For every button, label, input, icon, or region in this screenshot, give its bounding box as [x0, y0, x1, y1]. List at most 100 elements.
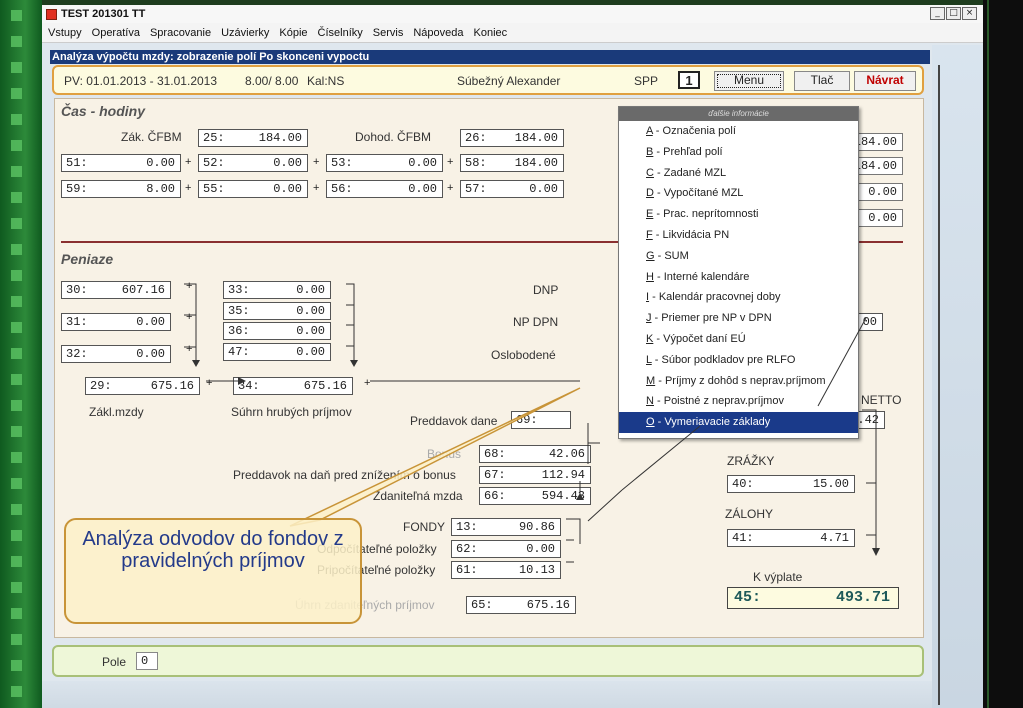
field-61: 61: 10.13 [451, 561, 561, 579]
spp-label: SPP [634, 74, 659, 88]
preddavok-bonus-label: Preddavok na daň pred znížením o bonus [233, 468, 456, 482]
pole-label: Pole [102, 655, 127, 669]
popup-item-b[interactable]: B - Prehľad polí [619, 142, 858, 163]
menu-button[interactable]: Menu [714, 71, 784, 91]
popup-header: ďalšie informácie [619, 107, 858, 121]
zrazky-label: ZRÁŽKY [727, 454, 775, 468]
field-62: 62: 0.00 [451, 540, 561, 558]
popup-item-l[interactable]: L - Súbor podkladov pre RLFO [619, 350, 858, 371]
title-bar: TEST 201301 TT _ □ × [42, 5, 983, 23]
field-66: 66: 594.43 [479, 487, 591, 505]
oslobodene-label: Oslobodené [491, 348, 556, 362]
popup-item-k[interactable]: K - Výpočet daní EÚ [619, 329, 858, 350]
field-35: 35: 0.00 [223, 302, 331, 320]
field-69: 69: [511, 411, 571, 429]
field-68: 68: 42.06 [479, 445, 591, 463]
field-36: 36: 0.00 [223, 322, 331, 340]
field-31: 31: 0.00 [61, 313, 171, 331]
menu-ciselniky[interactable]: Číselníky [314, 27, 369, 39]
np-dpn-label: NP DPN [513, 315, 559, 329]
popup-item-g[interactable]: G - SUM [619, 246, 858, 267]
bottom-decoration [42, 681, 932, 708]
menu-operativa[interactable]: Operatíva [88, 27, 146, 39]
field-34: 34: 675.16 [233, 377, 353, 395]
popup-item-c[interactable]: C - Zadané MZL [619, 163, 858, 184]
back-button[interactable]: Návrat [854, 71, 916, 91]
popup-item-n[interactable]: N - Poistné z neprav.príjmov [619, 391, 858, 412]
annotation-callout: Analýza odvodov do fondov z pravidelných… [64, 518, 362, 624]
zak-cfbm-label: Zák. ČFBM [121, 130, 182, 144]
dohod-cfbm-label: Dohod. ČFBM [355, 130, 432, 144]
suhrn-label: Súhrn hrubých príjmov [231, 405, 352, 419]
app-icon [46, 8, 57, 20]
popup-item-h[interactable]: H - Interné kalendáre [619, 267, 858, 288]
field-45: 45: 493.71 [727, 587, 899, 609]
popup-menu: ďalšie informácie A - Označenia polí B -… [618, 106, 859, 439]
field-30: 30: 607.16 [61, 281, 171, 299]
maximize-button[interactable]: □ [946, 7, 961, 20]
popup-item-a[interactable]: A - Označenia polí [619, 121, 858, 142]
zakl-mzdy-label: Zákl.mzdy [89, 405, 144, 419]
close-button[interactable]: × [962, 7, 977, 20]
field-52: 52: 0.00 [198, 154, 308, 172]
field-40: 40: 15.00 [727, 475, 855, 493]
field-26: 26: 184.00 [460, 129, 564, 147]
field-33: 33: 0.00 [223, 281, 331, 299]
window-controls: _ □ × [930, 7, 977, 20]
spp-field[interactable]: 1 [678, 71, 700, 89]
pole-field[interactable]: 0 [136, 652, 158, 670]
zalohy-label: ZÁLOHY [725, 507, 774, 521]
menu-uzavierky[interactable]: Uzávierky [217, 27, 275, 39]
menu-kopie[interactable]: Kópie [275, 27, 313, 39]
menu-servis[interactable]: Servis [369, 27, 410, 39]
menu-koniec[interactable]: Koniec [470, 27, 514, 39]
time-section-title: Čas - hodiny [61, 103, 146, 119]
field-51: 51: 0.00 [61, 154, 181, 172]
zdanitelna-label: Zdaniteľná mzda [373, 489, 463, 503]
field-47: 47: 0.00 [223, 343, 331, 361]
decorative-panel [932, 45, 983, 708]
popup-item-d[interactable]: D - Vypočítané MZL [619, 183, 858, 204]
menu-napoveda[interactable]: Nápoveda [409, 27, 469, 39]
calendar-text: Kal:NS [307, 74, 345, 88]
print-button[interactable]: Tlač [794, 71, 850, 91]
popup-item-i[interactable]: I - Kalendár pracovnej doby [619, 287, 858, 308]
dnp-label: DNP [533, 283, 559, 297]
netto-label: NETTO [861, 393, 902, 407]
field-29: 29: 675.16 [85, 377, 200, 395]
menu-vstupy[interactable]: Vstupy [44, 27, 88, 39]
preddavok-dane-label: Preddavok dane [410, 414, 498, 428]
fondy-label: FONDY [403, 520, 445, 534]
menu-bar: Vstupy Operatíva Spracovanie Uzávierky K… [42, 23, 983, 43]
hours-text: 8.00/ 8.00 [245, 74, 299, 88]
menu-spracovanie[interactable]: Spracovanie [146, 27, 217, 39]
header-panel: PV: 01.01.2013 - 31.01.2013 8.00/ 8.00 K… [52, 65, 924, 95]
window-title: TEST 201301 TT [61, 8, 146, 20]
money-section-title: Peniaze [61, 251, 114, 267]
form-title: Analýza výpočtu mzdy: zobrazenie polí Po… [50, 50, 930, 64]
field-53: 53: 0.00 [326, 154, 443, 172]
field-55: 55: 0.00 [198, 180, 308, 198]
field-67: 67: 112.94 [479, 466, 591, 484]
slide-left-strip [0, 0, 42, 708]
popup-item-o[interactable]: O - Vymeriavacie základy [619, 412, 858, 433]
field-58: 58: 184.00 [460, 154, 564, 172]
bonus-label: Bonus [427, 447, 462, 461]
period-text: PV: 01.01.2013 - 31.01.2013 [64, 74, 218, 88]
field-57: 57: 0.00 [460, 180, 564, 198]
field-13: 13: 90.86 [451, 518, 561, 536]
field-41: 41: 4.71 [727, 529, 855, 547]
minimize-button[interactable]: _ [930, 7, 945, 20]
employee-name: Súbežný Alexander [457, 74, 561, 88]
popup-item-e[interactable]: E - Prac. neprítomnosti [619, 204, 858, 225]
popup-item-f[interactable]: F - Likvidácia PN [619, 225, 858, 246]
field-65: 65: 675.16 [466, 596, 576, 614]
field-32: 32: 0.00 [61, 345, 171, 363]
kvyplate-label: K výplate [753, 570, 803, 584]
popup-item-m[interactable]: M - Príjmy z dohôd s neprav.príjmom [619, 371, 858, 392]
slide-right-strip [983, 0, 1023, 708]
popup-item-j[interactable]: J - Priemer pre NP v DPN [619, 308, 858, 329]
field-59: 59: 8.00 [61, 180, 181, 198]
field-56: 56: 0.00 [326, 180, 443, 198]
footer-panel: Pole 0 [52, 645, 924, 677]
